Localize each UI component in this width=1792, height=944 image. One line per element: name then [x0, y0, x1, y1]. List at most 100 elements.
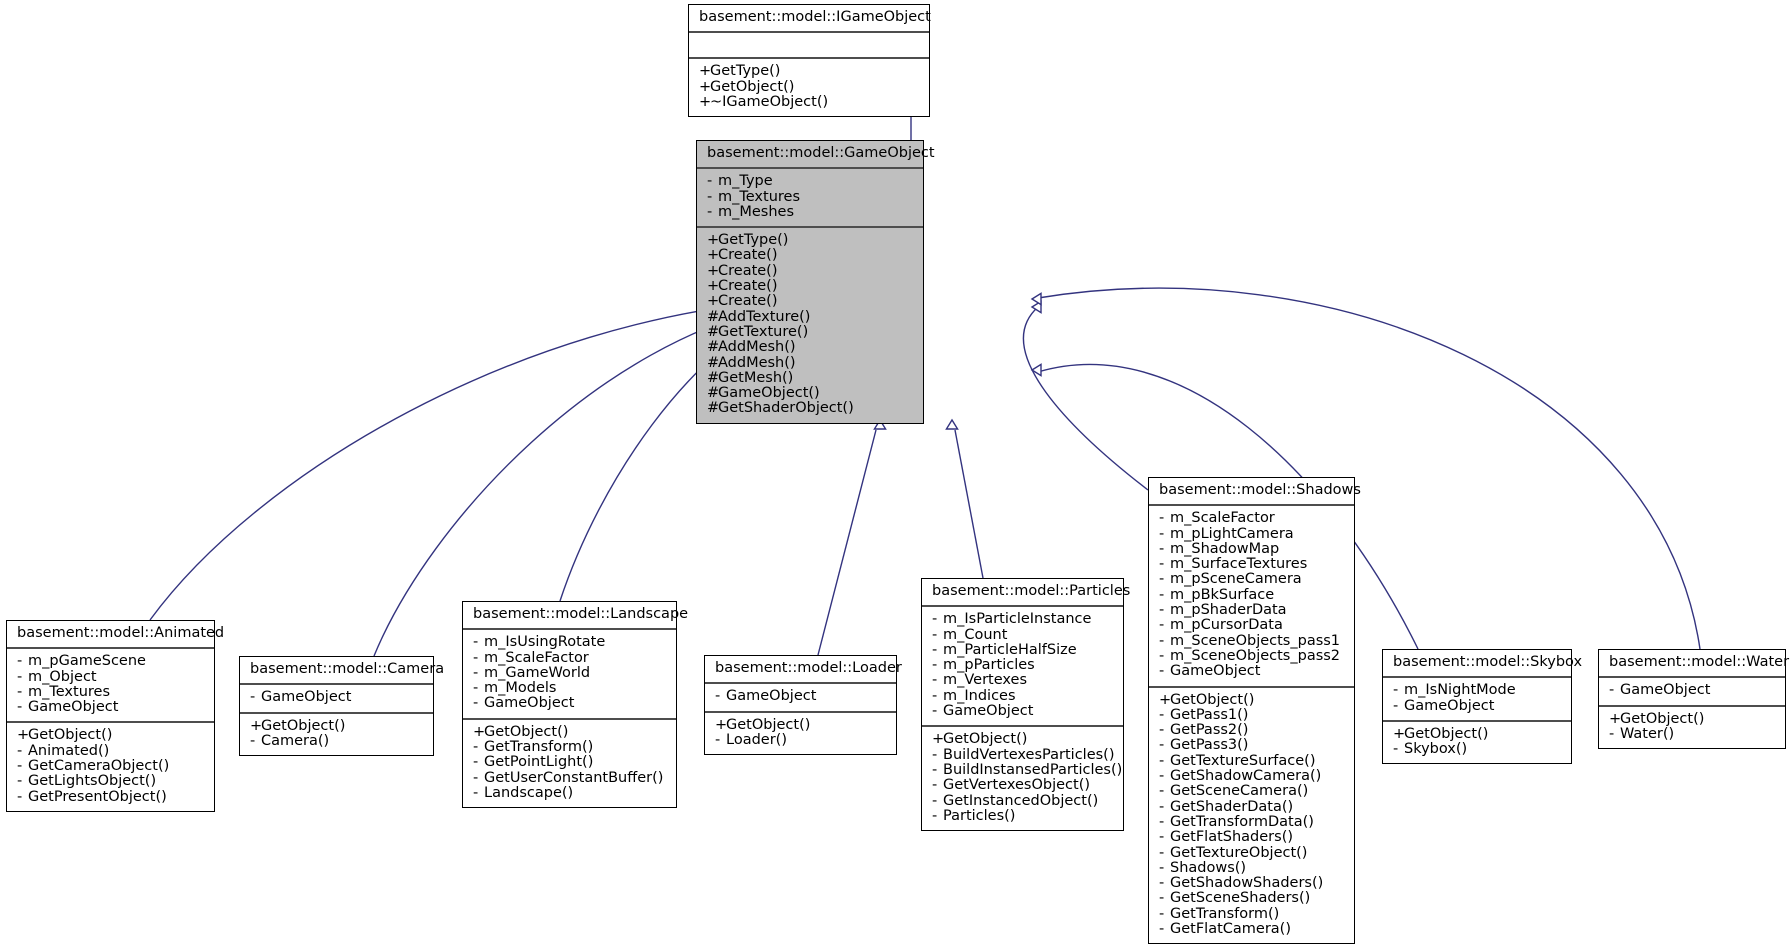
- attribute-name: m_pLightCamera: [1170, 525, 1294, 542]
- class-node-skybox[interactable]: basement::model::Skybox - m_IsNightMode - Ga…: [1382, 649, 1582, 765]
- visibility-symbol: -: [932, 792, 938, 809]
- attribute-name: m_pSceneCamera: [1170, 571, 1302, 588]
- visibility-symbol: -: [932, 807, 938, 824]
- method-row: - GetPass3(): [1155, 738, 1346, 754]
- method-row: - GetSceneShaders(): [1155, 891, 1346, 907]
- visibility-symbol: -: [1393, 697, 1399, 714]
- method-name: GetObject(): [484, 723, 569, 740]
- visibility-symbol: -: [1159, 540, 1165, 557]
- visibility-symbol: -: [473, 649, 479, 666]
- method-row: +GetObject(): [469, 723, 668, 740]
- visibility-symbol: +: [699, 93, 712, 110]
- method-row: +Create(): [703, 294, 915, 310]
- visibility-symbol: -: [1159, 722, 1165, 739]
- class-node-title: basement::model::Landscape: [463, 602, 688, 631]
- class-node-particles[interactable]: basement::model::Particles - m_IsParticleI…: [921, 578, 1130, 832]
- class-node-animated[interactable]: basement::model::Animated - m_pGameScene - m…: [6, 620, 224, 812]
- attribute-name: m_pCursorData: [1170, 617, 1283, 634]
- attribute-row: - m_Meshes: [703, 203, 915, 220]
- method-name: GetShaderObject(): [718, 400, 854, 417]
- method-name: GetObject(): [726, 716, 811, 733]
- method-row: - GetTextureSurface(): [1155, 752, 1346, 769]
- class-node-attributes: [689, 33, 929, 60]
- class-node-gameobject[interactable]: basement::model::GameObject - m_Type - m_Tex…: [696, 140, 935, 424]
- method-row: - Loader(): [711, 731, 888, 748]
- visibility-symbol: -: [1159, 602, 1165, 619]
- method-name: Landscape(): [484, 784, 574, 801]
- method-name: GetTexture(): [718, 323, 809, 340]
- attribute-row: - m_pBkSurface: [1155, 587, 1346, 603]
- class-node-shadows[interactable]: basement::model::Shadows - m_ScaleFactor - m…: [1148, 477, 1361, 944]
- attribute-row: - m_IsNightMode: [1389, 682, 1563, 698]
- attribute-row: - m_Models: [469, 680, 668, 696]
- attribute-row: - GameObject: [246, 689, 425, 705]
- attribute-name: m_Textures: [718, 188, 801, 205]
- method-row: - GetPresentObject(): [13, 789, 206, 805]
- attribute-row: - m_pCursorData: [1155, 617, 1346, 634]
- method-row: - GetInstancedObject(): [928, 792, 1115, 809]
- attribute-name: m_pShaderData: [1170, 602, 1287, 619]
- visibility-symbol: -: [473, 769, 479, 786]
- attribute-name: m_SceneObjects_pass1: [1170, 632, 1341, 649]
- visibility-symbol: +: [250, 717, 263, 734]
- visibility-symbol: -: [1393, 741, 1399, 758]
- class-node-camera[interactable]: basement::model::Camera - GameObject +GetOb…: [239, 656, 444, 757]
- method-name: GetInstancedObject(): [943, 792, 1099, 809]
- visibility-symbol: -: [17, 773, 23, 790]
- method-row: +Create(): [703, 278, 915, 294]
- method-row: - GetCameraObject(): [13, 758, 206, 775]
- attribute-row: - m_pGameScene: [13, 653, 206, 669]
- attribute-row: - m_Indices: [928, 688, 1115, 704]
- method-name: GetCameraObject(): [28, 758, 170, 775]
- method-name: GetType(): [718, 232, 789, 249]
- method-name: GetVertexesObject(): [943, 777, 1091, 794]
- inheritance-arrowhead: [1030, 300, 1042, 314]
- method-row: - GetPointLight(): [469, 755, 668, 771]
- method-name: GetObject(): [1170, 691, 1255, 708]
- visibility-symbol: +: [699, 63, 712, 80]
- class-node-attributes: - GameObject: [240, 685, 433, 714]
- attribute-name: m_Object: [28, 668, 97, 685]
- visibility-symbol: +: [932, 731, 945, 748]
- class-node-water[interactable]: basement::model::Water - GameObject +GetObj…: [1598, 649, 1789, 750]
- visibility-symbol: -: [1159, 556, 1165, 573]
- method-row: - BuildVertexesParticles(): [928, 747, 1115, 763]
- visibility-symbol: -: [715, 731, 721, 748]
- visibility-symbol: -: [1159, 752, 1165, 769]
- method-row: - GetShadowShaders(): [1155, 875, 1346, 891]
- attribute-name: m_Meshes: [718, 203, 795, 220]
- class-node-igameobject[interactable]: basement::model::IGameObject +GetType() +G…: [688, 4, 931, 118]
- visibility-symbol: -: [1159, 632, 1165, 649]
- class-node-loader[interactable]: basement::model::Loader - GameObject +GetOb…: [704, 655, 902, 756]
- method-row: - Shadows(): [1155, 860, 1346, 876]
- visibility-symbol: -: [1159, 706, 1165, 723]
- visibility-symbol: +: [715, 716, 728, 733]
- visibility-symbol: -: [1159, 905, 1165, 922]
- method-row: - GetVertexesObject(): [928, 777, 1115, 794]
- method-row: +GetObject(): [711, 716, 888, 733]
- visibility-symbol: -: [932, 641, 938, 658]
- visibility-symbol: +: [1609, 710, 1622, 727]
- class-node-attributes: - GameObject: [1599, 678, 1785, 707]
- method-name: GetSceneCamera(): [1170, 783, 1309, 800]
- attribute-row: - GameObject: [1155, 663, 1346, 679]
- visibility-symbol: -: [932, 672, 938, 689]
- attribute-name: GameObject: [943, 703, 1034, 720]
- class-node-title: basement::model::Shadows: [1149, 478, 1361, 507]
- visibility-symbol: -: [473, 739, 479, 756]
- method-name: Create(): [718, 262, 778, 279]
- class-node-landscape[interactable]: basement::model::Landscape - m_IsUsingRota…: [462, 601, 688, 809]
- method-name: GetFlatShaders(): [1170, 829, 1294, 846]
- visibility-symbol: #: [707, 369, 720, 386]
- method-row: +Create(): [703, 248, 915, 264]
- visibility-symbol: -: [715, 688, 721, 705]
- class-node-attributes: - m_pGameScene - m_Object - m_Textures - GameOb…: [7, 649, 214, 724]
- visibility-symbol: #: [707, 339, 720, 356]
- class-node-methods: +GetObject() - Loader(): [705, 713, 896, 755]
- visibility-symbol: +: [473, 723, 486, 740]
- method-row: - GetShadowCamera(): [1155, 768, 1346, 784]
- class-node-title: basement::model::Particles: [922, 579, 1130, 608]
- class-node-title: basement::model::GameObject: [697, 141, 935, 170]
- visibility-symbol: -: [1159, 813, 1165, 830]
- attribute-row: - m_pSceneCamera: [1155, 571, 1346, 588]
